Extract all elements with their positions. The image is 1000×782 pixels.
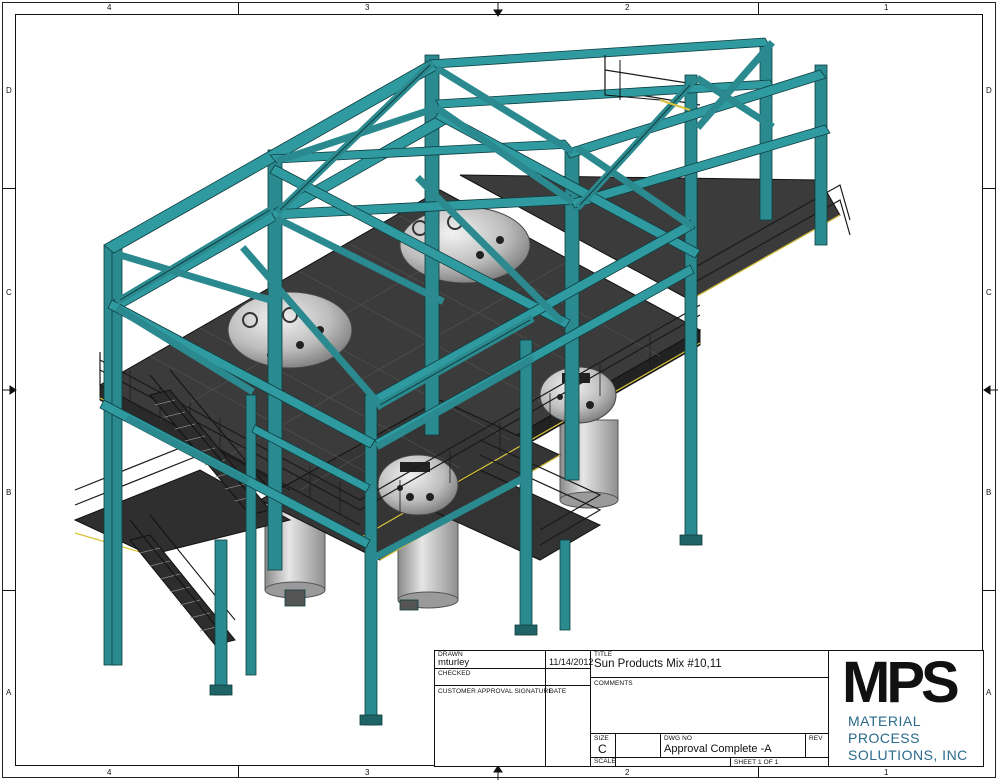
tb-divider [805, 733, 806, 757]
dwg-number: Approval Complete -A [664, 743, 772, 755]
logo-line-process: PROCESS [848, 730, 920, 746]
drawn-date: 11/14/2012 [549, 657, 594, 667]
tb-divider [590, 757, 828, 758]
tb-divider [590, 733, 828, 734]
approval-date-label: DATE [549, 688, 567, 695]
rev-label: REV [809, 735, 823, 742]
sheet-size: C [598, 742, 607, 756]
customer-approval-label: CUSTOMER APPROVAL SIGNATURE [438, 688, 553, 695]
comments-label: COMMENTS [594, 680, 633, 687]
drawing-title: Sun Products Mix #10,11 [594, 658, 722, 670]
tb-divider [828, 650, 829, 767]
title-label: TITLE [594, 651, 613, 658]
scale-label: SCALE [594, 758, 616, 765]
tb-divider [434, 685, 590, 686]
drawn-by: mturley [438, 657, 470, 668]
size-label: SIZE [594, 735, 609, 742]
tb-divider [590, 677, 828, 678]
checked-label: CHECKED [438, 670, 471, 677]
sheet-count: SHEET 1 OF 1 [734, 759, 779, 766]
logo-line-material: MATERIAL [848, 713, 921, 729]
logo-line-solutions: SOLUTIONS, INC [848, 747, 968, 763]
tb-divider [660, 733, 661, 757]
dwg-no-label: DWG NO [664, 735, 693, 742]
tb-divider [434, 668, 590, 669]
tb-divider [730, 757, 731, 767]
tb-divider [545, 685, 546, 767]
mps-logo: MPS [842, 650, 960, 715]
tb-divider [590, 650, 591, 767]
